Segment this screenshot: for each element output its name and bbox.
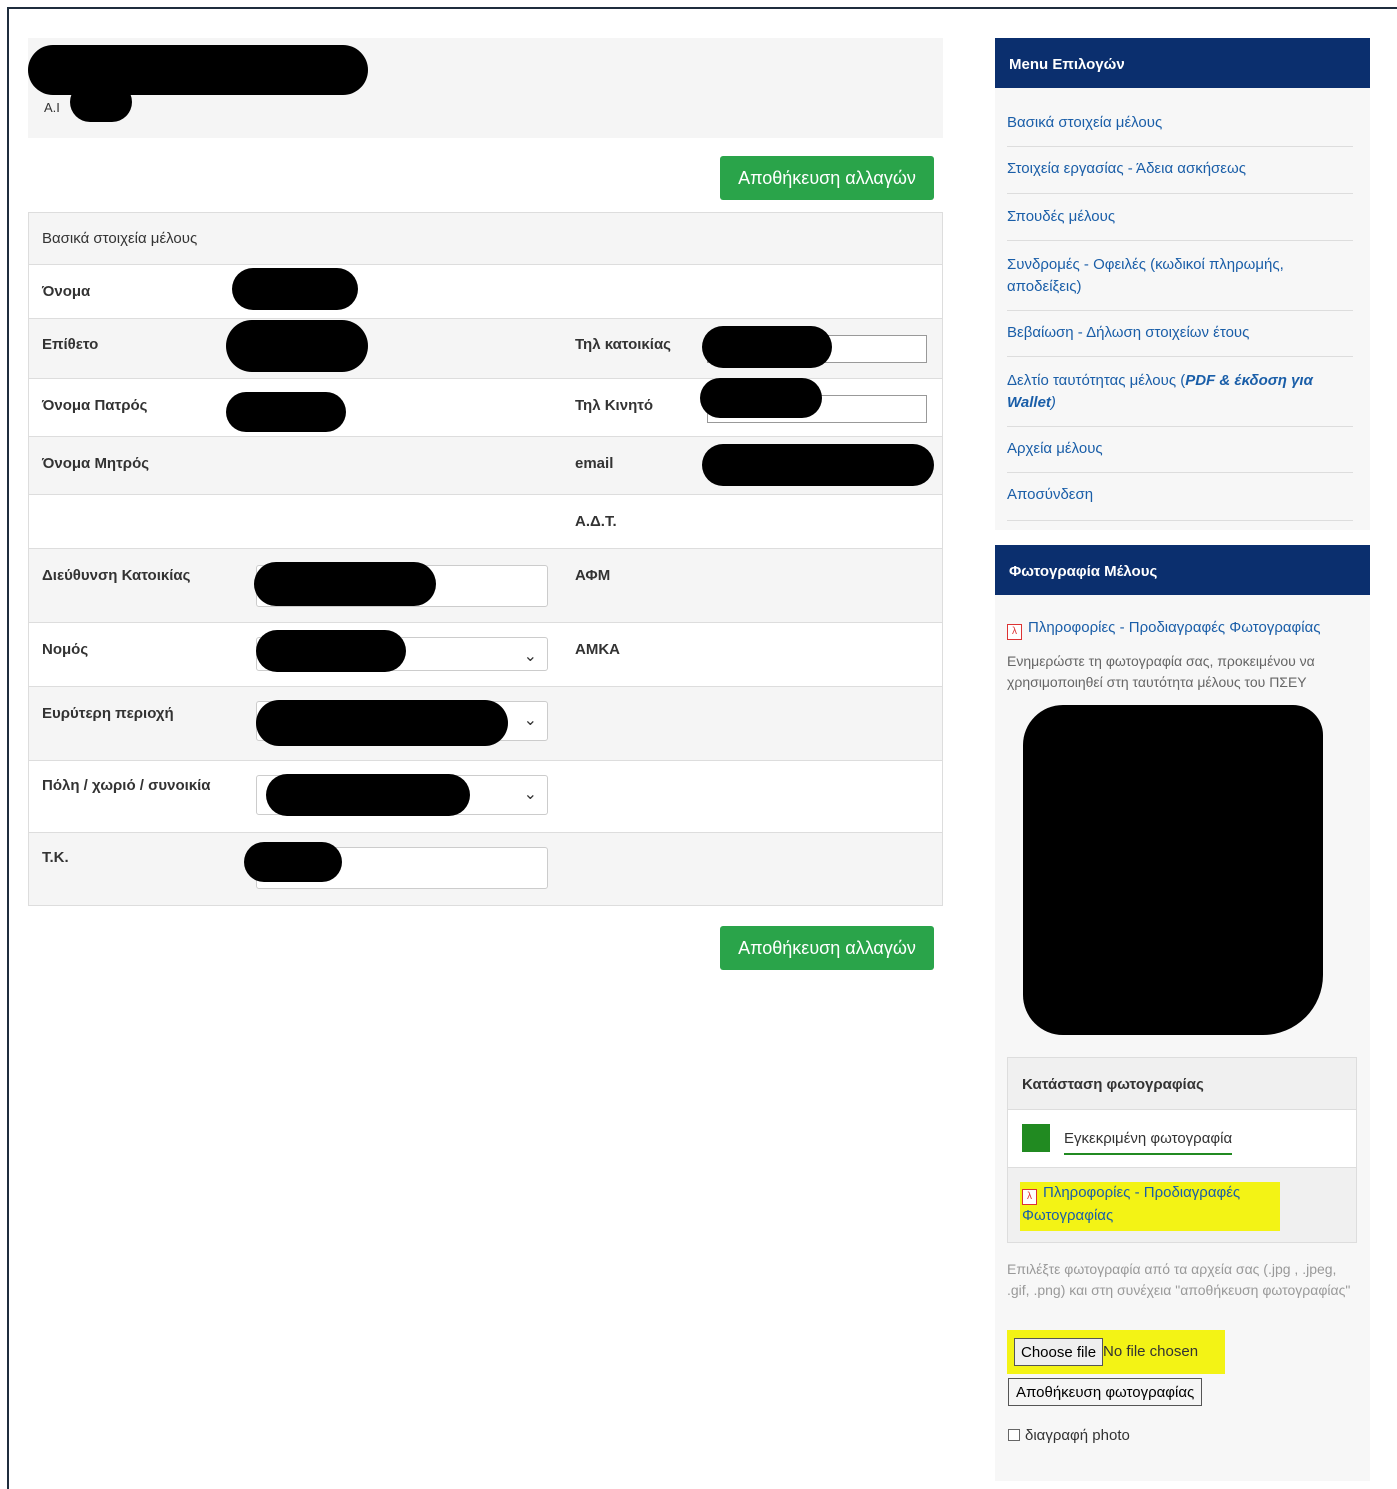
mobile-label: Τηλ Κινητό	[575, 397, 654, 414]
member-id-text: A.I	[44, 100, 60, 115]
form-row-postal: Τ.Κ.	[29, 833, 942, 905]
menu-divider	[1007, 240, 1353, 241]
mother-name-label: Όνομα Μητρός	[42, 455, 150, 472]
sidebar-menu-panel: Menu Επιλογών Βασικά στοιχεία μέλους Στο…	[995, 38, 1370, 530]
menu-item-member-files[interactable]: Αρχεία μέλους	[1007, 438, 1357, 460]
delete-photo-label: διαγραφή photo	[1025, 1427, 1130, 1444]
menu-item-logout[interactable]: Αποσύνδεση	[1007, 484, 1357, 506]
photo-status-title: Κατάσταση φωτογραφίας	[1008, 1058, 1356, 1110]
status-approved-icon	[1022, 1124, 1050, 1152]
redaction-city	[266, 774, 470, 816]
photo-upload-help: Επιλέξτε φωτογραφία από τα αρχεία σας (.…	[1007, 1261, 1351, 1298]
menu-item-member-card[interactable]: Δελτίο ταυτότητας μέλους (PDF & έκδοση γ…	[1007, 370, 1337, 414]
chevron-down-icon: ⌄	[523, 712, 537, 729]
photo-panel-title: Φωτογραφία Μέλους	[995, 545, 1370, 595]
menu-item-work-info[interactable]: Στοιχεία εργασίας - Άδεια ασκήσεως	[1007, 158, 1357, 180]
delete-photo-checkbox[interactable]	[1008, 1429, 1020, 1441]
choose-file-button[interactable]: Choose file	[1014, 1338, 1104, 1366]
photo-spec-link[interactable]: λ Πληροφορίες - Προδιαγραφές Φωτογραφίας	[1007, 617, 1357, 640]
redaction-id	[70, 82, 132, 122]
id-card-label: Α.Δ.Τ.	[575, 513, 617, 530]
redaction-prefecture	[256, 630, 406, 672]
menu-item-subscriptions[interactable]: Συνδρομές - Οφειλές (κωδικοί πληρωμής, α…	[1007, 254, 1327, 298]
save-photo-button[interactable]: Αποθήκευση φωτογραφίας	[1008, 1378, 1203, 1406]
save-changes-button-top[interactable]: Αποθήκευση αλλαγών	[720, 156, 934, 200]
form-row-city: Πόλη / χωριό / συνοικία ⌄	[29, 761, 942, 833]
form-row-id-card: Α.Δ.Τ.	[29, 495, 942, 549]
region-label: Ευρύτερη περιοχή	[42, 705, 174, 722]
member-photo-redacted	[1023, 705, 1323, 1035]
menu-divider	[1007, 520, 1353, 521]
member-card-suffix: )	[1050, 394, 1056, 411]
redaction-region	[256, 700, 508, 746]
redaction-mobile	[700, 378, 822, 418]
first-name-label: Όνομα	[42, 283, 91, 300]
menu-divider	[1007, 472, 1353, 473]
menu-item-studies[interactable]: Σπουδές μέλους	[1007, 206, 1357, 228]
city-label: Πόλη / χωριό / συνοικία	[42, 777, 211, 794]
chevron-down-icon: ⌄	[523, 786, 537, 803]
menu-divider	[1007, 426, 1353, 427]
photo-spec-link-2-text: Πληροφορίες - Προδιαγραφές Φωτογραφίας	[1022, 1184, 1241, 1224]
no-file-text: No file chosen	[1103, 1343, 1199, 1360]
sidebar-menu-title: Menu Επιλογών	[995, 38, 1370, 88]
member-card-text: Δελτίο ταυτότητας μέλους (	[1007, 372, 1186, 389]
photo-status-row: Εγκεκριμένη φωτογραφία	[1008, 1110, 1356, 1168]
member-form: Βασικά στοιχεία μέλους Όνομα Επίθετο Τηλ…	[28, 212, 943, 906]
redaction-father-name	[226, 392, 346, 432]
prefecture-label: Νομός	[42, 641, 89, 658]
photo-status-table: Κατάσταση φωτογραφίας Εγκεκριμένη φωτογρ…	[1007, 1057, 1357, 1243]
father-name-label: Όνομα Πατρός	[42, 397, 148, 414]
redaction-last-name	[226, 320, 368, 372]
postal-label: Τ.Κ.	[42, 849, 69, 866]
email-label: email	[575, 455, 614, 472]
redaction-postal	[244, 842, 342, 882]
address-label: Διεύθυνση Κατοικίας	[42, 567, 191, 584]
tax-id-label: ΑΦΜ	[575, 567, 611, 584]
photo-status-info: λ Πληροφορίες - Προδιαγραφές Φωτογραφίας	[1008, 1168, 1356, 1242]
menu-divider	[1007, 146, 1353, 147]
delete-photo-checkbox-row[interactable]: διαγραφή photo	[1008, 1427, 1130, 1444]
photo-note: Ενημερώστε τη φωτογραφία σας, προκειμένο…	[1007, 653, 1315, 690]
redaction-home-phone	[702, 326, 832, 368]
chevron-down-icon: ⌄	[523, 648, 537, 665]
redaction-address	[254, 562, 436, 606]
form-row-prefecture: Νομός ⌄ ΑΜΚΑ	[29, 623, 942, 687]
section-title: Βασικά στοιχεία μέλους	[42, 230, 198, 247]
menu-item-basic-info[interactable]: Βασικά στοιχεία μέλους	[1007, 112, 1357, 134]
form-section-header: Βασικά στοιχεία μέλους	[29, 213, 942, 265]
menu-divider	[1007, 356, 1353, 357]
pdf-icon: λ	[1022, 1189, 1037, 1205]
file-input-highlight: Choose file No file chosen	[1007, 1330, 1225, 1374]
redaction-first-name	[232, 268, 358, 310]
form-row-first-name: Όνομα	[29, 265, 942, 319]
form-row-address: Διεύθυνση Κατοικίας ΑΦΜ	[29, 549, 942, 623]
home-phone-label: Τηλ κατοικίας	[575, 336, 671, 353]
pdf-icon: λ	[1007, 624, 1022, 640]
last-name-label: Επίθετο	[42, 336, 99, 353]
menu-divider	[1007, 193, 1353, 194]
redaction-email	[702, 444, 934, 486]
menu-item-certificate[interactable]: Βεβαίωση - Δήλωση στοιχείων έτους	[1007, 322, 1357, 344]
save-changes-button-bottom[interactable]: Αποθήκευση αλλαγών	[720, 926, 934, 970]
photo-spec-link-text: Πληροφορίες - Προδιαγραφές Φωτογραφίας	[1028, 619, 1321, 636]
photo-spec-link-2[interactable]: λ Πληροφορίες - Προδιαγραφές Φωτογραφίας	[1020, 1182, 1280, 1231]
menu-divider	[1007, 310, 1353, 311]
photo-status-value: Εγκεκριμένη φωτογραφία	[1064, 1130, 1233, 1155]
ssn-label: ΑΜΚΑ	[575, 641, 620, 658]
